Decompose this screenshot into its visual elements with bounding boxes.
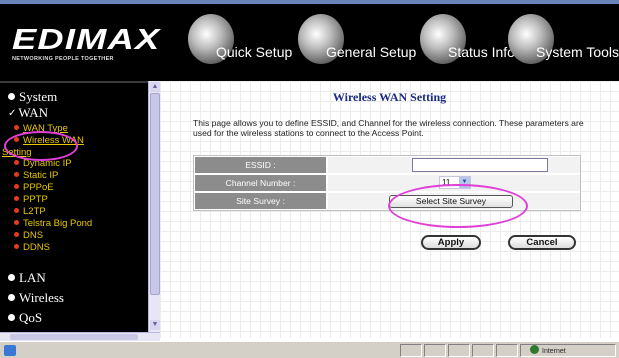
ie-page-icon [4,345,16,356]
tab-general-setup-label: General Setup [326,44,417,60]
sidebar-separator [0,81,160,83]
site-survey-cell: Select Site Survey [328,193,580,209]
sidebar-item-label: Wireless WAN [23,135,84,146]
sidebar-section-label: LAN [19,270,46,285]
channel-label: Channel Number : [195,175,326,191]
channel-value: 11 [442,178,451,187]
bullet-icon [8,93,15,100]
bullet-icon [14,232,19,237]
sidebar-item-l2tp[interactable]: L2TP [14,206,46,217]
scroll-down-icon[interactable]: ▼ [150,320,160,330]
sidebar-section-label: WAN [18,105,48,120]
sidebar-item-dns[interactable]: DNS [14,230,43,241]
sidebar-section-lan[interactable]: LAN [8,270,46,286]
essid-cell [328,157,580,173]
zone-label: Internet [542,348,566,355]
row-essid: ESSID : [194,156,580,174]
edimax-logo: EDIMAX NETWORKING PEOPLE TOGETHER [12,26,162,63]
internet-globe-icon [530,345,539,354]
row-channel: Channel Number : 11 ▼ [194,174,580,192]
bullet-icon [14,172,19,177]
zone-indicator: Internet [530,345,566,355]
sidebar-section-label: System [19,89,58,104]
scrollbar-thumb[interactable] [10,334,138,340]
scrollbar-thumb[interactable] [150,93,160,295]
sidebar-item-telstra-big-pond[interactable]: Telstra Big Pond [14,218,92,229]
status-pane [400,344,422,357]
sidebar-vertical-scrollbar[interactable]: ▲ ▼ [148,81,160,332]
sidebar-item-pppoe[interactable]: PPPoE [14,182,54,193]
check-icon: ✓ [8,108,17,119]
sidebar-section-system[interactable]: System [8,89,57,105]
sidebar-item-label: DDNS [23,242,50,253]
scroll-up-icon[interactable]: ▲ [150,82,160,92]
site-survey-label: Site Survey : [195,193,326,209]
bullet-icon [14,244,19,249]
browser-frame: EDIMAX NETWORKING PEOPLE TOGETHER Quick … [0,0,619,358]
status-pane [496,344,518,357]
logo-tagline: NETWORKING PEOPLE TOGETHER [12,56,114,62]
bullet-icon [14,137,19,142]
status-pane [448,344,470,357]
sidebar-item-label: Dynamic IP [23,158,72,169]
header-top-line [0,0,619,4]
sidebar-item-dynamic-ip[interactable]: Dynamic IP [14,158,72,169]
sidebar-item-static-ip[interactable]: Static IP [14,170,58,181]
row-site-survey: Site Survey : Select Site Survey [194,192,580,210]
page-title: Wireless WAN Setting [332,90,447,104]
essid-label: ESSID : [195,157,326,173]
sidebar-item-ddns[interactable]: DDNS [14,242,50,253]
bullet-icon [14,125,19,130]
settings-table: ESSID : Channel Number : 11 ▼ Site Surve… [193,155,581,211]
sidebar-item-label: PPTP [23,194,48,205]
sidebar-item-label: Static IP [23,170,59,181]
cancel-button[interactable]: Cancel [508,235,576,250]
channel-select[interactable]: 11 ▼ [439,176,471,189]
sidebar-item-label: Telstra Big Pond [23,218,93,229]
sidebar-item-pptp[interactable]: PPTP [14,194,48,205]
sidebar-section-label: Wireless [19,290,64,305]
bullet-icon [14,184,19,189]
bullet-icon [14,220,19,225]
sidebar-section-qos[interactable]: QoS [8,310,42,326]
header-bar: EDIMAX NETWORKING PEOPLE TOGETHER Quick … [0,0,619,81]
bullet-icon [14,208,19,213]
sidebar-item-label: L2TP [23,206,46,217]
sidebar-item-wireless-wan[interactable]: Wireless WAN [14,135,84,146]
sidebar-section-wan[interactable]: ✓ WAN [8,105,48,121]
sidebar-section-wireless[interactable]: Wireless [8,290,64,306]
sidebar-horizontal-scrollbar[interactable] [0,332,160,341]
sidebar-section-label: QoS [19,310,43,325]
main-content: Wireless WAN Setting This page allows yo… [160,81,619,338]
tab-status-info-label: Status Info [448,44,515,60]
chevron-down-icon[interactable]: ▼ [459,177,470,188]
channel-cell: 11 ▼ [328,175,580,191]
bullet-icon [14,196,19,201]
status-pane [424,344,446,357]
sidebar-item-label: PPPoE [23,182,54,193]
sidebar-item-setting[interactable]: Setting [2,147,32,158]
bullet-icon [8,274,15,281]
bullet-icon [8,294,15,301]
tab-system-tools-label: System Tools [536,44,619,60]
bullet-icon [8,314,15,321]
select-site-survey-button[interactable]: Select Site Survey [389,195,513,208]
bullet-icon [14,160,19,165]
sidebar-item-wan-type[interactable]: WAN Type [14,123,68,134]
status-pane [472,344,494,357]
sidebar: System ✓ WAN WAN Type Wireless WAN Settin… [0,81,160,338]
essid-input[interactable] [412,158,548,172]
sidebar-item-label: WAN Type [23,123,68,134]
logo-brand: EDIMAX [12,24,161,56]
status-bar: Internet [0,341,619,358]
tab-quick-setup-label: Quick Setup [216,44,293,60]
sidebar-item-label: DNS [23,230,44,241]
sidebar-item-label: Setting [2,147,32,158]
page-description: This page allows you to define ESSID, an… [193,118,584,138]
apply-button[interactable]: Apply [421,235,481,250]
